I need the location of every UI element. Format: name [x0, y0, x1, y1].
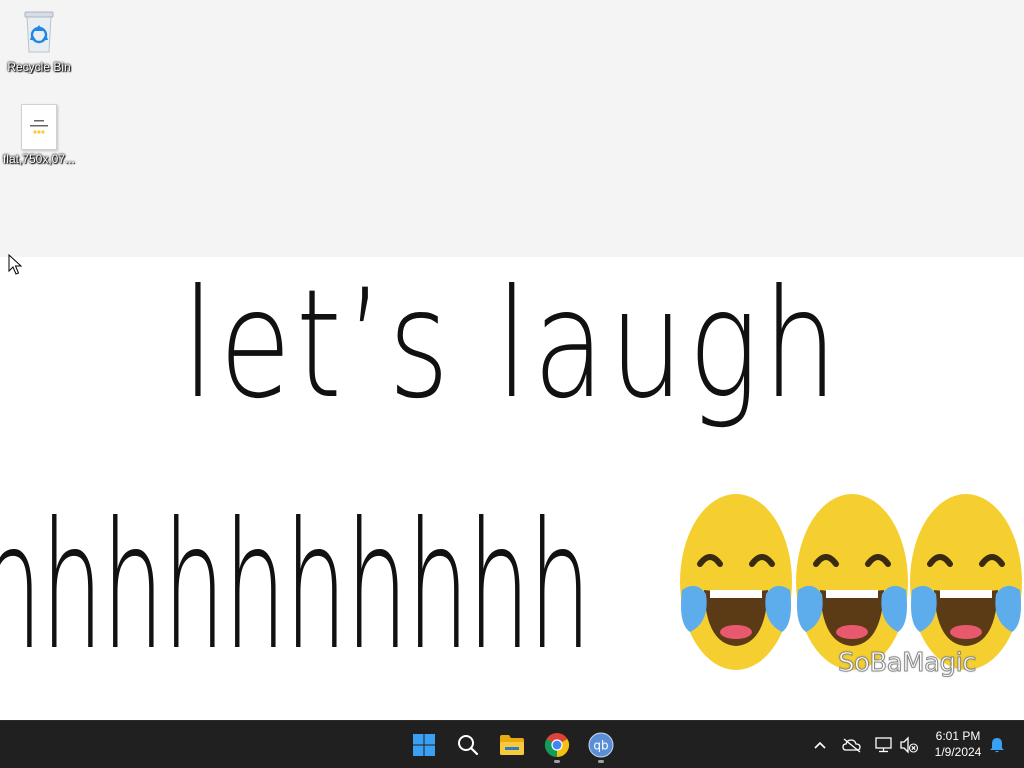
- image-file-icon: [21, 104, 57, 150]
- notification-center-button[interactable]: [985, 733, 1009, 757]
- desktop-icon-recycle-bin[interactable]: Recycle Bin: [0, 8, 78, 74]
- windows-logo-icon: [413, 734, 435, 756]
- chrome-icon: [544, 733, 570, 757]
- show-hidden-icons-button[interactable]: [808, 733, 832, 757]
- running-indicator: [598, 760, 604, 763]
- running-indicator: [554, 760, 560, 763]
- desktop-icon-label: flat,750x,07...: [2, 152, 76, 166]
- volume-muted-icon: [900, 736, 919, 754]
- desktop-icon-image-file[interactable]: flat,750x,07...: [0, 104, 78, 166]
- network-tray-button[interactable]: [872, 733, 896, 757]
- mouse-cursor-icon: [8, 254, 22, 275]
- onedrive-tray-button[interactable]: [840, 733, 864, 757]
- svg-text:qb: qb: [593, 739, 608, 753]
- notification-bell-icon: [990, 738, 1004, 753]
- wallpaper-text-line1: let’s laugh: [182, 258, 842, 432]
- search-button[interactable]: [448, 725, 488, 765]
- network-icon: [875, 737, 892, 753]
- volume-tray-button[interactable]: [897, 733, 921, 757]
- file-explorer-button[interactable]: [492, 725, 532, 765]
- chevron-up-icon: [814, 741, 826, 749]
- desktop-icon-label: Recycle Bin: [7, 60, 71, 74]
- search-icon: [458, 735, 479, 756]
- qbittorrent-taskbar-button[interactable]: qb: [581, 725, 621, 765]
- laughing-emoji-icon: [910, 494, 1022, 670]
- recycle-bin-icon: [24, 11, 54, 53]
- wallpaper-text-line2: hhhhhhhhhh: [0, 486, 591, 689]
- taskbar: qb 6:01 PM 1/9/2024: [0, 720, 1024, 768]
- chrome-taskbar-button[interactable]: [537, 725, 577, 765]
- folder-icon: [500, 735, 524, 755]
- onedrive-offline-icon: [842, 738, 861, 753]
- watermark: SoBaMagic: [837, 648, 977, 679]
- laughing-emoji-icon: [796, 494, 908, 670]
- desktop: let’s laugh hhhhhhhhhh SoBaMagic Recycle…: [0, 0, 1024, 720]
- qbittorrent-icon: qb: [588, 732, 614, 758]
- start-button[interactable]: [404, 725, 444, 765]
- laughing-emoji-icon: [680, 494, 792, 670]
